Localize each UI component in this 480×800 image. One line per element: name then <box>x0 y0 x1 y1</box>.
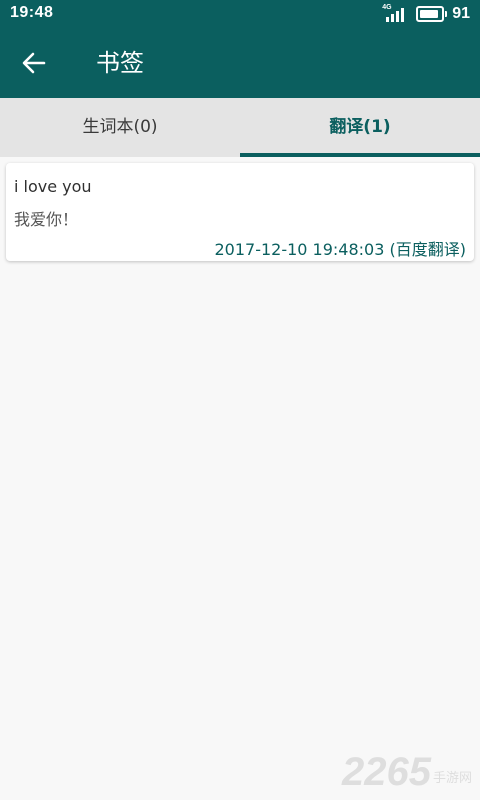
status-time: 19:48 <box>10 4 54 21</box>
watermark-logo: 2265 手游网 <box>342 752 472 792</box>
battery-level: 91 <box>452 5 470 22</box>
app-bar: 书签 <box>0 28 480 98</box>
battery-fill <box>420 10 439 18</box>
bookmark-card[interactable]: i love you 我爱你！ 2017-12-10 19:48:03 (百度翻… <box>6 163 474 261</box>
page-title: 书签 <box>96 49 144 77</box>
source-text: i love you <box>14 177 92 196</box>
tab-vocabulary-label: 生词本(0) <box>82 117 158 137</box>
translated-text: 我爱你！ <box>14 210 79 229</box>
watermark-number: 2265 <box>342 750 431 794</box>
battery-icon <box>416 6 448 22</box>
status-indicators: 4G 91 <box>382 4 470 24</box>
cellular-signal-icon: 4G <box>382 4 408 22</box>
status-bar: 19:48 4G 91 <box>0 0 480 28</box>
tab-bar: 生词本(0) 翻译(1) <box>0 98 480 157</box>
arrow-left-icon <box>22 52 46 74</box>
watermark-text: 手游网 <box>432 771 472 786</box>
tab-translation-label: 翻译(1) <box>329 117 391 137</box>
timestamp-and-engine: 2017-12-10 19:48:03 (百度翻译) <box>214 240 466 259</box>
tab-vocabulary[interactable]: 生词本(0) <box>0 98 240 157</box>
back-button[interactable] <box>20 49 48 77</box>
network-type: 4G <box>382 4 392 11</box>
bookmark-list: i love you 我爱你！ 2017-12-10 19:48:03 (百度翻… <box>0 157 480 800</box>
tab-translation[interactable]: 翻译(1) <box>240 98 480 157</box>
